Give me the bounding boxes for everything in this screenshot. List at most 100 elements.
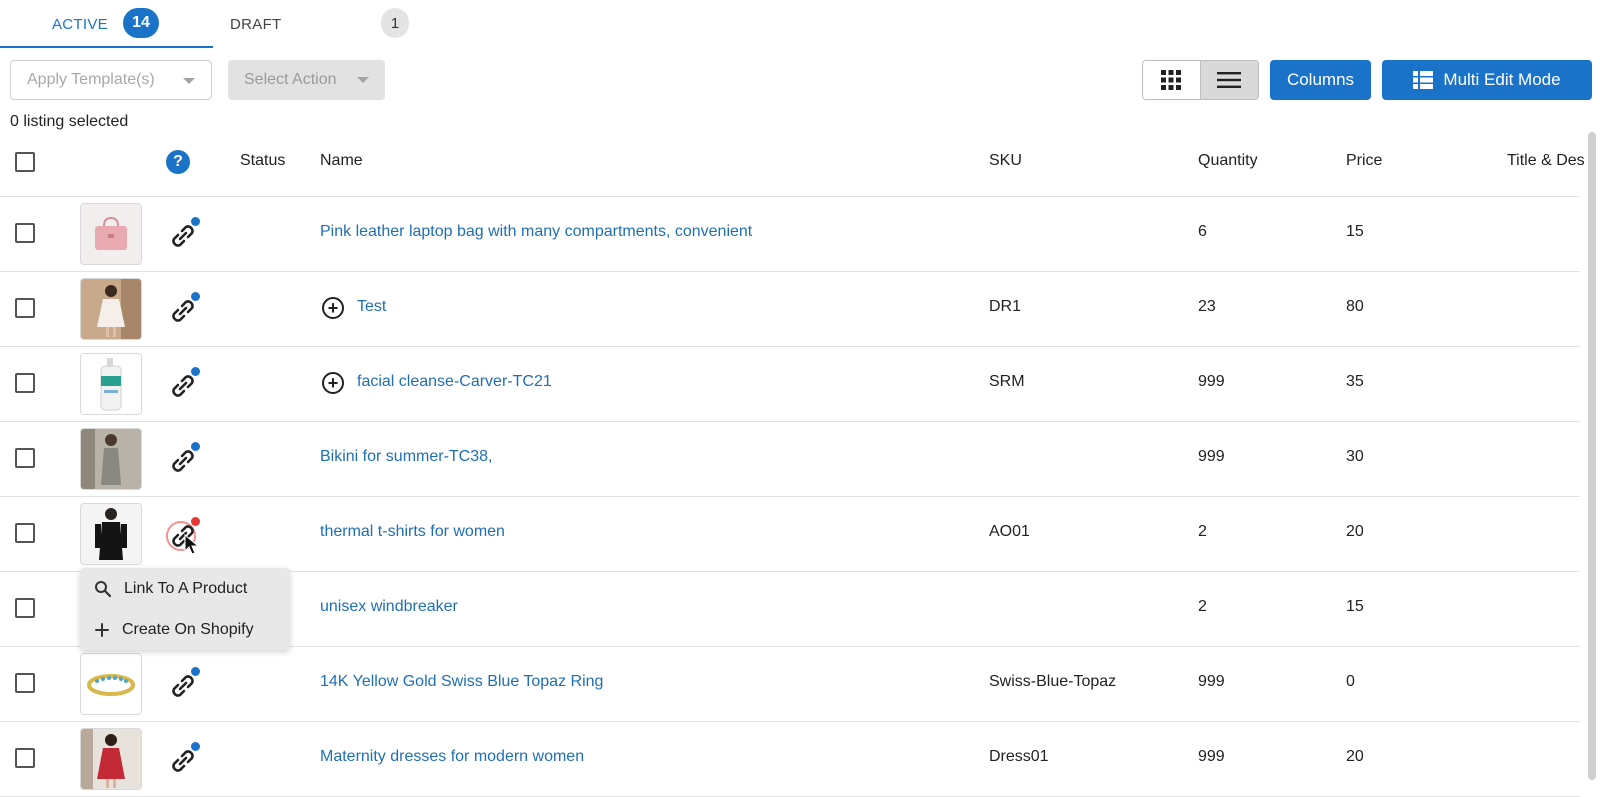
product-link-button[interactable] [168,217,202,251]
product-name-link[interactable]: Pink leather laptop bag with many compar… [320,223,752,241]
tab-draft[interactable]: DRAFT [230,8,282,40]
select-action-dropdown[interactable]: Select Action [228,60,385,100]
add-circle-icon[interactable]: + [322,297,344,319]
price-cell: 35 [1346,373,1364,390]
cleanser-bottle-image [81,354,141,414]
quantity-cell: 999 [1198,673,1225,690]
link-status-dot [191,667,200,676]
link-status-dot [191,367,200,376]
row-checkbox[interactable] [15,448,35,468]
table-row: + facial cleanse-Carver-TC21 SRM 999 35 [0,347,1580,422]
row-checkbox[interactable] [15,298,35,318]
quantity-cell: 6 [1198,223,1207,240]
column-header-quantity[interactable]: Quantity [1198,152,1258,170]
vertical-scrollbar[interactable] [1588,132,1596,780]
product-link-button[interactable] [168,442,202,476]
price-cell: 30 [1346,448,1364,465]
product-link-button[interactable] [168,367,202,401]
row-checkbox[interactable] [15,748,35,768]
view-toggle [1142,60,1259,100]
product-name-link[interactable]: 14K Yellow Gold Swiss Blue Topaz Ring [320,673,603,691]
black-top-image [81,504,141,564]
active-tab-indicator [0,46,213,48]
price-cell: 15 [1346,223,1364,240]
tab-draft-count-badge: 1 [381,8,409,38]
multi-edit-mode-button[interactable]: Multi Edit Mode [1382,60,1592,100]
product-name-link[interactable]: Test [357,298,386,316]
row-checkbox[interactable] [15,523,35,543]
quantity-cell: 2 [1198,598,1207,615]
link-status-dot [191,517,200,526]
row-checkbox[interactable] [15,673,35,693]
add-circle-icon[interactable]: + [322,372,344,394]
quantity-cell: 23 [1198,298,1216,315]
caret-down-icon [357,77,369,83]
link-status-dot [191,742,200,751]
column-header-status[interactable]: Status [240,152,285,170]
price-cell: 20 [1346,748,1364,765]
white-dress-image [81,279,141,339]
quantity-cell: 2 [1198,523,1207,540]
product-thumbnail[interactable] [80,503,142,565]
columns-button[interactable]: Columns [1270,60,1371,100]
sku-cell: AO01 [989,523,1030,540]
tab-active-count-badge: 14 [123,8,159,38]
product-thumbnail[interactable] [80,728,142,790]
product-link-button[interactable] [168,292,202,326]
price-cell: 20 [1346,523,1364,540]
status-tabs: ACTIVE 14 DRAFT 1 [0,0,1600,48]
link-status-dot [191,217,200,226]
table-row: thermal t-shirts for women AO01 2 20 [0,497,1580,572]
quantity-cell: 999 [1198,748,1225,765]
price-cell: 15 [1346,598,1364,615]
tab-active-label: ACTIVE [52,15,108,33]
column-header-title-description[interactable]: Title & Des [1507,152,1587,170]
selection-count: 0 listing selected [10,113,129,130]
menu-item-label: Link To A Product [124,579,248,597]
gold-ring-image [81,654,141,714]
row-checkbox[interactable] [15,373,35,393]
product-thumbnail[interactable] [80,353,142,415]
table-row: Bikini for summer-TC38, 999 30 [0,422,1580,497]
help-icon[interactable]: ? [166,150,190,174]
link-status-dot [191,442,200,451]
apply-template-placeholder: Apply Template(s) [27,71,155,88]
grid-view-button[interactable] [1143,61,1201,99]
product-link-button[interactable] [168,742,202,776]
table-row: Maternity dresses for modern women Dress… [0,722,1580,797]
apply-template-select[interactable]: Apply Template(s) [10,60,212,100]
quantity-cell: 999 [1198,448,1225,465]
column-header-name[interactable]: Name [320,152,363,170]
link-status-dot [191,292,200,301]
product-name-link[interactable]: thermal t-shirts for women [320,523,505,541]
product-name-link[interactable]: unisex windbreaker [320,598,458,616]
grid-icon [1161,70,1182,90]
price-cell: 80 [1346,298,1364,315]
product-thumbnail[interactable] [80,428,142,490]
sku-cell: SRM [989,373,1025,390]
product-thumbnail[interactable] [80,203,142,265]
product-link-button[interactable] [168,667,202,701]
menu-item-create-on-shopify[interactable]: Create On Shopify [80,609,290,650]
row-checkbox[interactable] [15,598,35,618]
list-view-button[interactable] [1200,61,1258,99]
select-all-checkbox[interactable] [15,152,35,172]
menu-item-link-to-product[interactable]: Link To A Product [80,568,290,609]
product-name-link[interactable]: Maternity dresses for modern women [320,748,584,766]
product-name-link[interactable]: facial cleanse-Carver-TC21 [357,373,552,391]
column-header-sku[interactable]: SKU [989,152,1022,170]
select-action-placeholder: Select Action [244,71,337,88]
product-thumbnail[interactable] [80,653,142,715]
tab-active[interactable]: ACTIVE [52,8,108,40]
columns-button-label: Columns [1286,70,1355,89]
pink-bag-image [81,204,141,264]
column-header-price[interactable]: Price [1346,152,1382,170]
caret-down-icon [183,78,195,84]
product-name-link[interactable]: Bikini for summer-TC38, [320,448,492,466]
tab-draft-label: DRAFT [230,15,282,33]
sku-cell: Dress01 [989,748,1049,765]
product-thumbnail[interactable] [80,278,142,340]
quantity-cell: 999 [1198,373,1225,390]
row-checkbox[interactable] [15,223,35,243]
plus-icon [95,622,109,637]
